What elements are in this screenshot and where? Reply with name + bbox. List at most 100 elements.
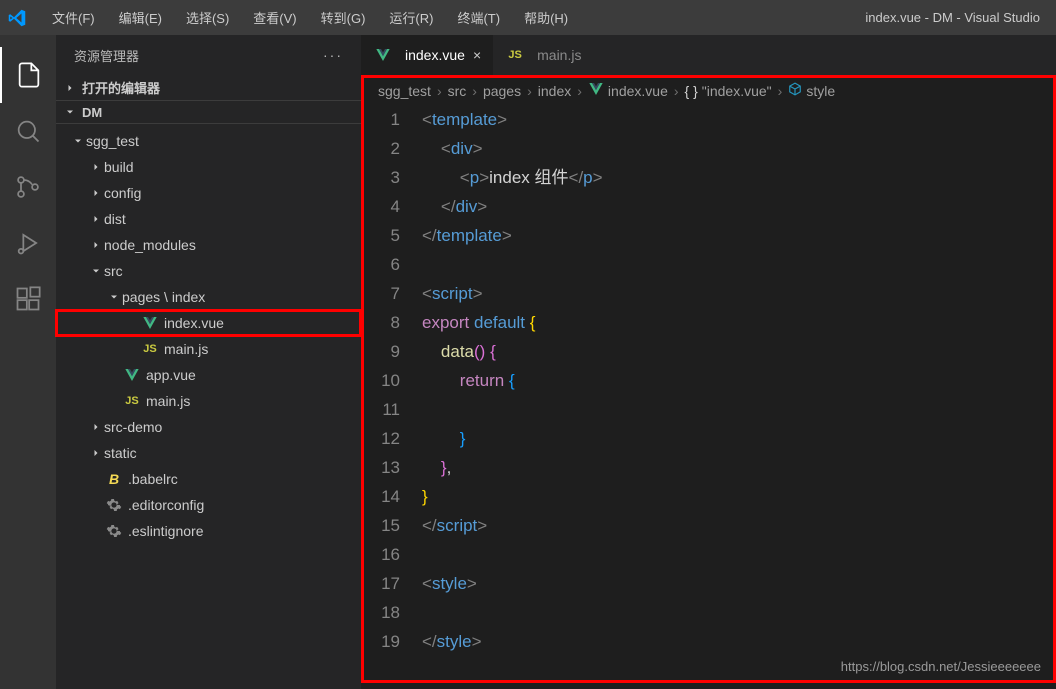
folder-item[interactable]: config	[56, 180, 361, 206]
line-number: 4	[364, 192, 422, 221]
sidebar-more-icon[interactable]: ···	[323, 47, 343, 63]
tab-label: index.vue	[405, 47, 465, 63]
code-content: </div>	[422, 192, 487, 221]
open-editors-section[interactable]: 打开的编辑器	[56, 75, 361, 100]
search-activity-icon[interactable]	[0, 103, 56, 159]
line-number: 1	[364, 105, 422, 134]
vue-icon	[122, 367, 142, 383]
editor-tab[interactable]: JSmain.js	[493, 35, 593, 75]
code-line: 14}	[364, 482, 1053, 511]
line-number: 9	[364, 337, 422, 366]
folder-label: src	[104, 263, 123, 279]
code-viewport[interactable]: 1<template>2 <div>3 <p>index 组件</p>4 </d…	[361, 103, 1056, 683]
folder-label: dist	[104, 211, 126, 227]
tab-label: main.js	[537, 47, 581, 63]
breadcrumb-separator: ›	[674, 83, 679, 99]
js-icon: JS	[140, 343, 160, 355]
file-label: app.vue	[146, 367, 196, 383]
breadcrumb-item[interactable]: pages	[483, 83, 521, 99]
window-title: index.vue - DM - Visual Studio	[865, 10, 1040, 25]
line-number: 5	[364, 221, 422, 250]
breadcrumb-separator: ›	[778, 83, 783, 99]
file-item[interactable]: index.vue	[56, 310, 361, 336]
cube-icon	[788, 82, 802, 99]
code-content: <div>	[422, 134, 483, 163]
breadcrumb-item[interactable]: src	[448, 83, 467, 99]
folder-item[interactable]: static	[56, 440, 361, 466]
code-content: <template>	[422, 105, 507, 134]
vue-icon	[373, 47, 393, 63]
vue-icon	[140, 315, 160, 331]
code-line: 3 <p>index 组件</p>	[364, 163, 1053, 192]
breadcrumbs[interactable]: sgg_test › src › pages › index › index.vue › { } "i…	[361, 75, 1056, 103]
folder-label: sgg_test	[86, 133, 139, 149]
line-number: 2	[364, 134, 422, 163]
braces-icon: { }	[685, 83, 698, 99]
line-number: 13	[364, 453, 422, 482]
code-line: 13 },	[364, 453, 1053, 482]
chevron-right-icon	[88, 239, 104, 251]
file-label: main.js	[164, 341, 208, 357]
file-item[interactable]: JSmain.js	[56, 388, 361, 414]
chevron-right-icon	[88, 187, 104, 199]
file-label: .editorconfig	[128, 497, 204, 513]
folder-label: node_modules	[104, 237, 196, 253]
debug-activity-icon[interactable]	[0, 215, 56, 271]
breadcrumb-separator: ›	[472, 83, 477, 99]
code-line: 17<style>	[364, 569, 1053, 598]
folder-label: src-demo	[104, 419, 162, 435]
folder-item[interactable]: pages \ index	[56, 284, 361, 310]
code-line: 2 <div>	[364, 134, 1053, 163]
code-content: <p>index 组件</p>	[422, 163, 603, 192]
file-item[interactable]: B.babelrc	[56, 466, 361, 492]
file-item[interactable]: .editorconfig	[56, 492, 361, 518]
file-item[interactable]: app.vue	[56, 362, 361, 388]
file-item[interactable]: JS main.js	[56, 336, 361, 362]
line-number: 7	[364, 279, 422, 308]
folder-item[interactable]: src	[56, 258, 361, 284]
code-content: </script>	[422, 511, 487, 540]
tabs-row: index.vue × JSmain.js	[361, 35, 1056, 75]
workspace-section[interactable]: DM	[56, 100, 361, 124]
menu-item[interactable]: 帮助(H)	[514, 4, 578, 31]
breadcrumb-item[interactable]: index	[538, 83, 571, 99]
code-content: },	[422, 453, 451, 482]
explorer-activity-icon[interactable]	[0, 47, 56, 103]
code-line: 18	[364, 598, 1053, 627]
line-number: 17	[364, 569, 422, 598]
breadcrumb-separator: ›	[527, 83, 532, 99]
code-content: data() {	[422, 337, 496, 366]
folder-item[interactable]: build	[56, 154, 361, 180]
code-line: 15</script>	[364, 511, 1053, 540]
menu-item[interactable]: 查看(V)	[243, 4, 306, 31]
breadcrumb-item[interactable]: "index.vue"	[702, 83, 772, 99]
chevron-right-icon	[88, 161, 104, 173]
code-line: 11	[364, 395, 1053, 424]
menu-item[interactable]: 终端(T)	[447, 4, 510, 31]
folder-item[interactable]: src-demo	[56, 414, 361, 440]
extensions-activity-icon[interactable]	[0, 271, 56, 327]
code-content: export default {	[422, 308, 535, 337]
breadcrumb-item[interactable]: sgg_test	[378, 83, 431, 99]
open-editors-label: 打开的编辑器	[82, 78, 160, 97]
menu-item[interactable]: 选择(S)	[176, 4, 239, 31]
breadcrumb-item[interactable]: style	[806, 83, 835, 99]
editor-tab[interactable]: index.vue ×	[361, 35, 493, 75]
scm-activity-icon[interactable]	[0, 159, 56, 215]
menu-item[interactable]: 运行(R)	[379, 4, 443, 31]
code-line: 16	[364, 540, 1053, 569]
menu-item[interactable]: 转到(G)	[311, 4, 376, 31]
sidebar: 资源管理器 ··· 打开的编辑器 DM sgg_testbuildconfigd…	[56, 35, 361, 689]
menu-item[interactable]: 文件(F)	[42, 4, 105, 31]
menu-item[interactable]: 编辑(E)	[109, 4, 172, 31]
close-icon[interactable]: ×	[473, 47, 481, 63]
file-item[interactable]: .eslintignore	[56, 518, 361, 544]
line-number: 12	[364, 424, 422, 453]
breadcrumb-item[interactable]: index.vue	[608, 83, 668, 99]
folder-item[interactable]: dist	[56, 206, 361, 232]
code-content: <script>	[422, 279, 483, 308]
folder-item[interactable]: sgg_test	[56, 128, 361, 154]
folder-item[interactable]: node_modules	[56, 232, 361, 258]
breadcrumb-separator: ›	[577, 83, 582, 99]
folder-label: config	[104, 185, 141, 201]
